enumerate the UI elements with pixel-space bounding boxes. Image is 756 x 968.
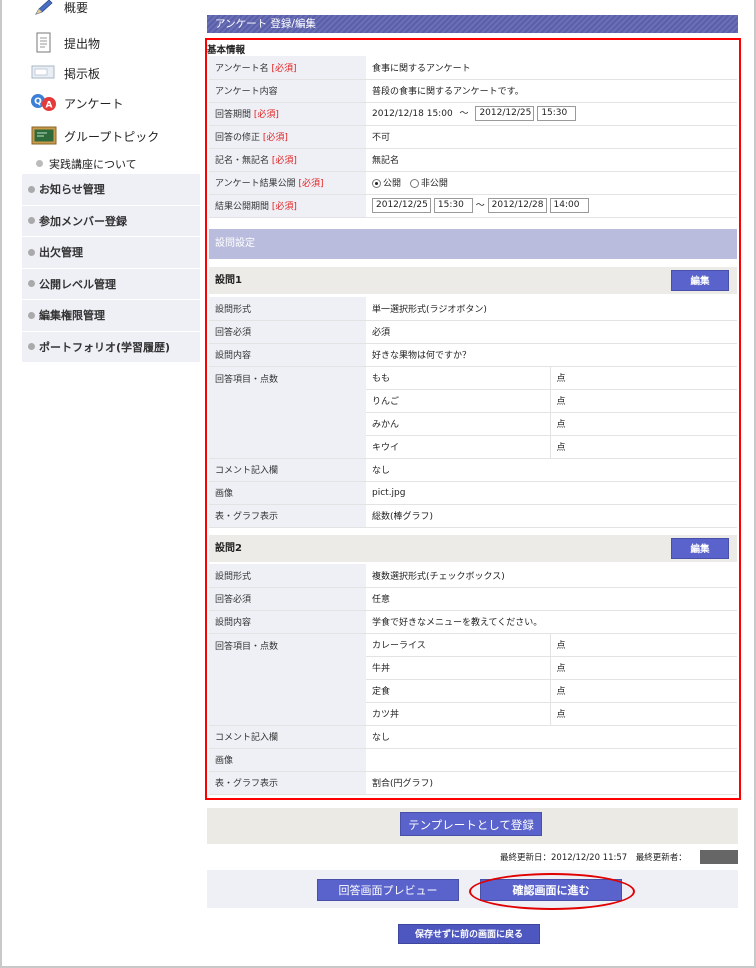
- sidebar-item-submissions[interactable]: 提出物: [22, 28, 200, 58]
- board-icon: [30, 62, 58, 84]
- highlight-ellipse: [469, 873, 635, 910]
- sidebar-menu-label: ポートフォリオ(学習履歴): [39, 340, 171, 354]
- back-without-saving-button[interactable]: 保存せずに前の画面に戻る: [398, 924, 540, 944]
- sidebar-menu-label: 公開レベル管理: [39, 277, 116, 291]
- bullet-icon: [28, 343, 35, 351]
- register-template-button[interactable]: テンプレートとして登録: [400, 812, 542, 836]
- sidebar-item-overview[interactable]: 概要: [22, 0, 200, 18]
- bullet-icon: [36, 160, 43, 167]
- sidebar-menu-label: 参加メンバー登録: [39, 214, 127, 228]
- sidebar-subitem-course[interactable]: 実践講座について: [22, 154, 200, 174]
- sidebar-menu-portfolio[interactable]: ポートフォリオ(学習履歴): [22, 332, 200, 363]
- document-icon: [30, 32, 58, 54]
- sidebar-menu-attendance[interactable]: 出欠管理: [22, 237, 200, 269]
- sidebar: 概要 提出物 掲示板 QA アンケート グループトピック 実践講座について お知…: [22, 0, 200, 363]
- chalkboard-icon: [30, 125, 58, 147]
- sidebar-item-label: 概要: [64, 0, 89, 15]
- bullet-icon: [28, 185, 35, 193]
- sidebar-menu-notices[interactable]: お知らせ管理: [22, 174, 200, 206]
- template-area: テンプレートとして登録: [207, 808, 738, 844]
- sidebar-item-board[interactable]: 掲示板: [22, 58, 200, 88]
- highlight-frame: [205, 38, 741, 800]
- svg-text:Q: Q: [34, 97, 42, 107]
- sidebar-item-label: 提出物: [64, 36, 101, 51]
- sidebar-menu: お知らせ管理 参加メンバー登録 出欠管理 公開レベル管理 編集権限管理 ポートフ…: [22, 174, 200, 363]
- sidebar-menu-visibility[interactable]: 公開レベル管理: [22, 269, 200, 300]
- sidebar-item-survey[interactable]: QA アンケート: [22, 88, 200, 118]
- bullet-icon: [28, 248, 35, 256]
- svg-text:A: A: [46, 101, 53, 111]
- sidebar-menu-label: 出欠管理: [39, 246, 83, 260]
- pencil-icon: [30, 0, 58, 18]
- sidebar-menu-members[interactable]: 参加メンバー登録: [22, 206, 200, 237]
- redacted-updater: [700, 850, 738, 864]
- sidebar-item-label: アンケート: [64, 96, 124, 111]
- preview-button[interactable]: 回答画面プレビュー: [317, 879, 459, 901]
- sidebar-item-label: 掲示板: [64, 66, 101, 81]
- sidebar-menu-label: 編集権限管理: [39, 309, 105, 323]
- sidebar-menu-label: お知らせ管理: [39, 183, 105, 197]
- bullet-icon: [28, 311, 35, 319]
- qa-icon: QA: [30, 92, 58, 114]
- last-updated-text: 最終更新日：2012/12/20 11:57 最終更新者：: [500, 853, 687, 863]
- bullet-icon: [28, 280, 35, 288]
- sidebar-subitem-label: 実践講座について: [49, 157, 137, 171]
- sidebar-item-label: グループトピック: [64, 129, 160, 144]
- sidebar-menu-permissions[interactable]: 編集権限管理: [22, 300, 200, 332]
- page-title: アンケート 登録/編集: [207, 15, 738, 33]
- sidebar-item-group-topic[interactable]: グループトピック: [22, 118, 200, 154]
- bullet-icon: [28, 217, 35, 225]
